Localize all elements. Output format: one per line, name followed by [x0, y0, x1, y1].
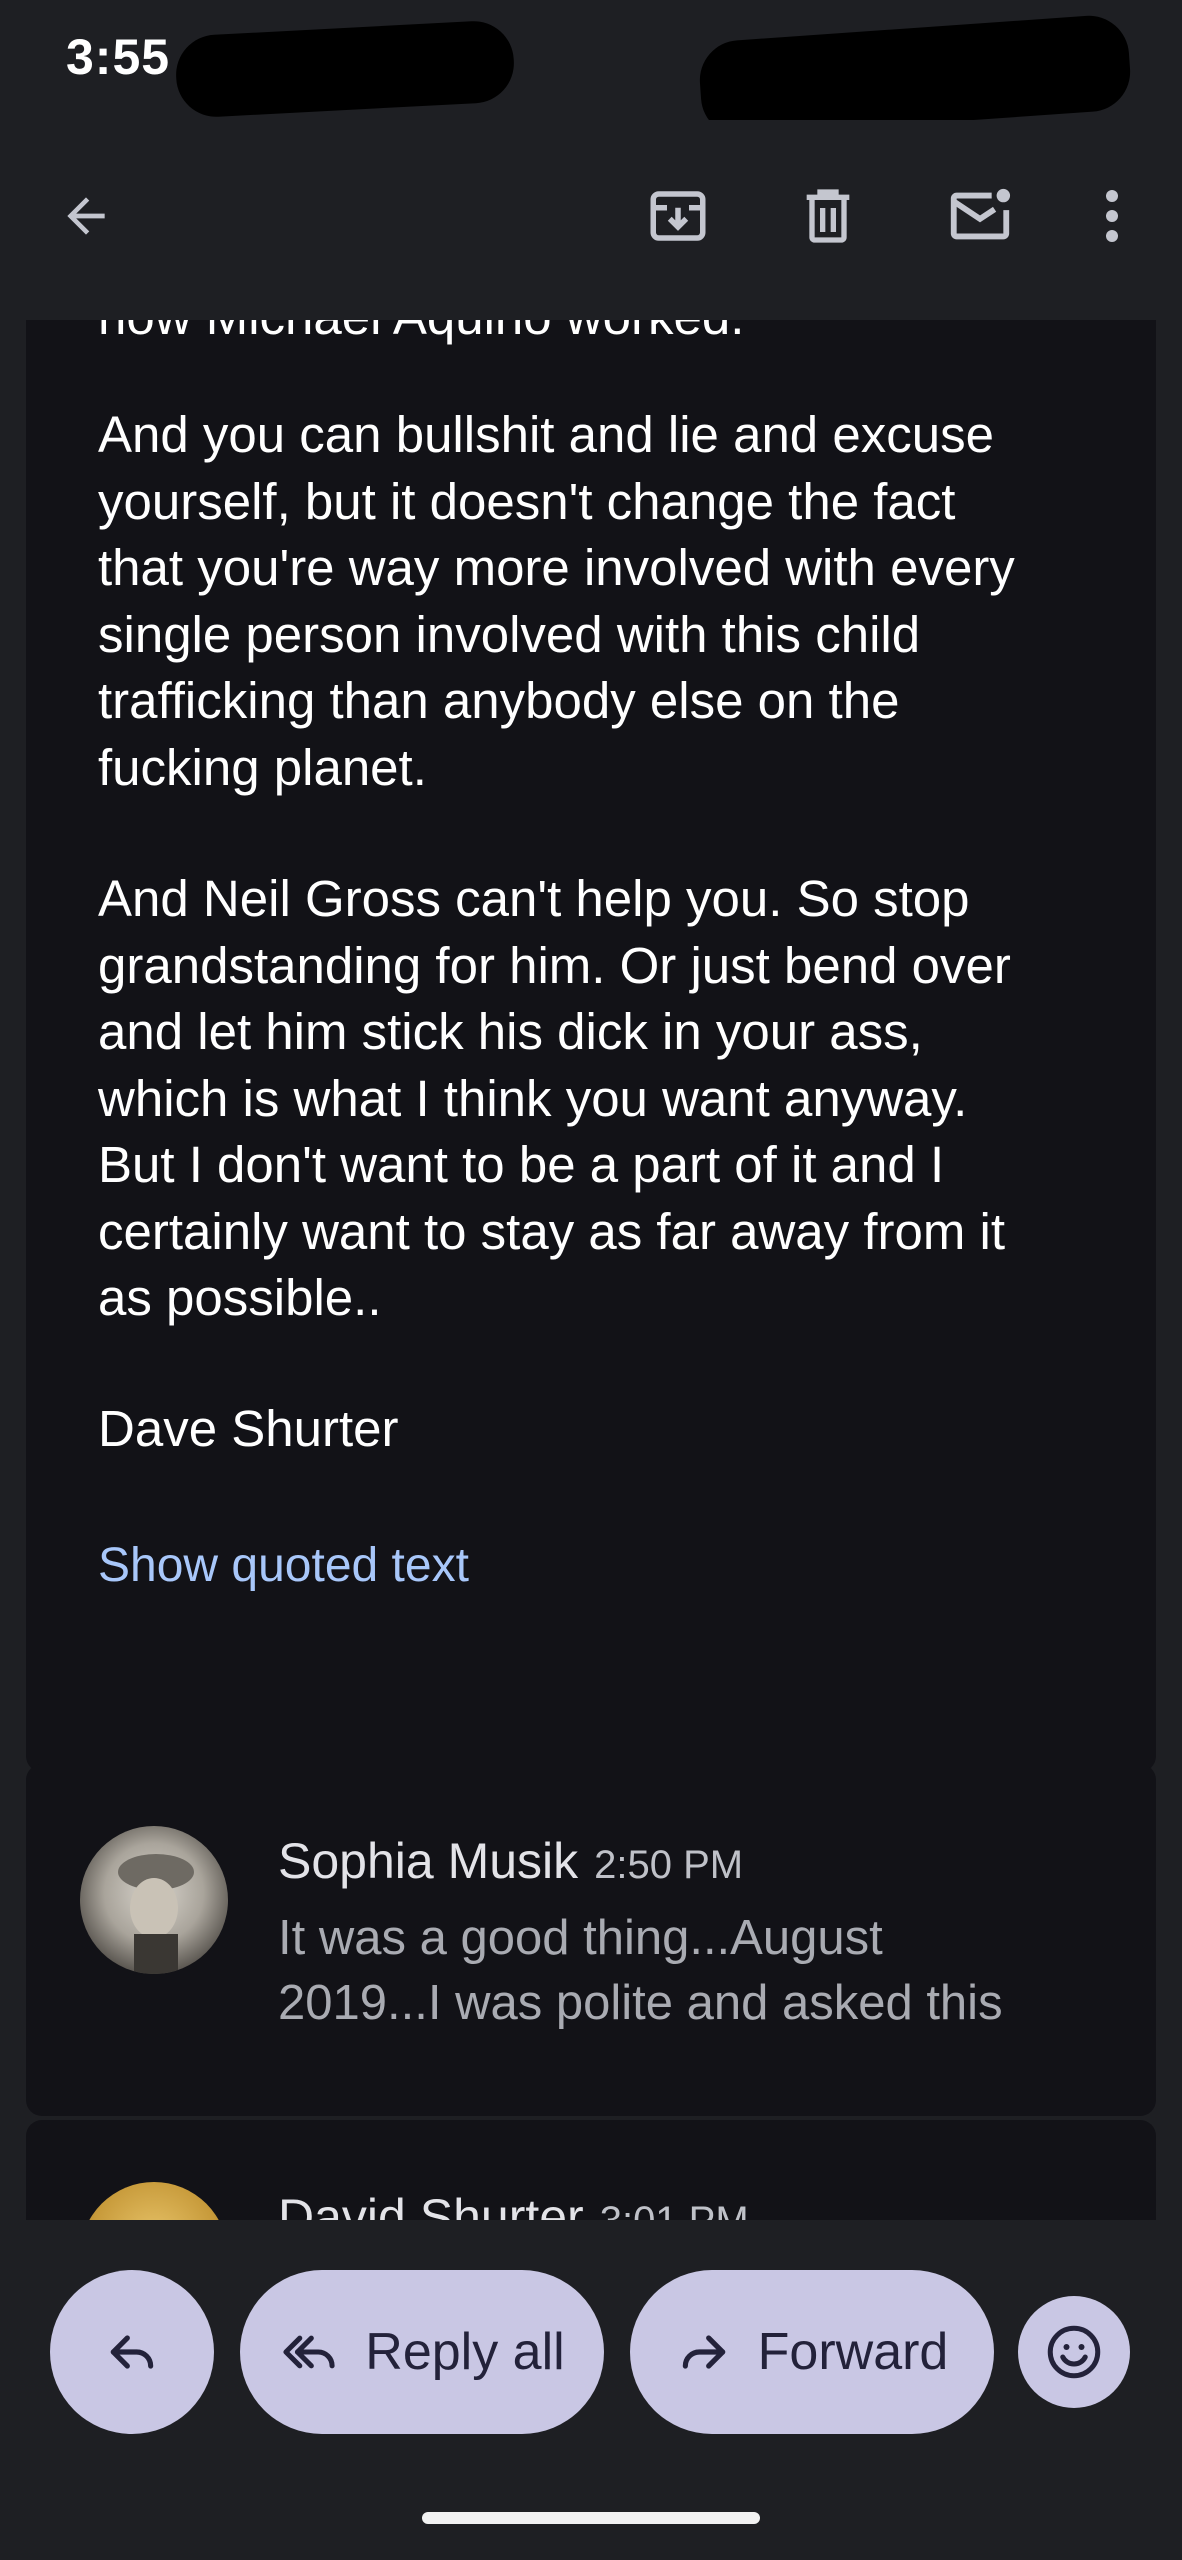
- message-signature: Dave Shurter: [98, 1400, 399, 1457]
- message-body-cut-line: how Michael Aquino worked.: [98, 320, 744, 351]
- message-thread[interactable]: how Michael Aquino worked. And you can b…: [0, 320, 1182, 2220]
- collapsed-message-card[interactable]: Sophia Musik 2:50 PM It was a good thing.…: [26, 1764, 1156, 2116]
- forward-button[interactable]: Forward: [630, 2270, 994, 2434]
- back-arrow-icon: [67, 197, 105, 235]
- avatar: [80, 1826, 228, 1974]
- emoji-icon: [1047, 2325, 1101, 2379]
- archive-icon: [650, 191, 706, 241]
- message-sender-row: Sophia Musik 2:50 PM: [278, 1832, 743, 1890]
- app-bar: [0, 120, 1182, 320]
- reply-all-label: Reply all: [365, 2323, 565, 2381]
- sender-name: Sophia Musik: [278, 1833, 579, 1889]
- message-body-paragraph-1: And you can bullshit and lie and excuse …: [98, 406, 1015, 796]
- mark-unread-icon: [950, 188, 1011, 240]
- sender-name: David Shurter: [278, 2189, 584, 2220]
- message-snippet: It was a good thing...August 2019...I wa…: [278, 1911, 1003, 2030]
- forward-icon: [682, 2335, 725, 2369]
- delete-button[interactable]: [778, 166, 878, 266]
- reply-all-icon: [283, 2335, 335, 2369]
- emoji-reaction-button[interactable]: [1018, 2296, 1130, 2408]
- message-sender-row: David Shurter 3:01 PM: [278, 2188, 749, 2220]
- archive-button[interactable]: [628, 166, 728, 266]
- show-quoted-text-link[interactable]: Show quoted text: [98, 1538, 469, 1593]
- mark-unread-button[interactable]: [930, 166, 1030, 266]
- status-time: 3:55: [66, 29, 171, 85]
- more-options-button[interactable]: [1062, 166, 1162, 266]
- collapsed-message-card[interactable]: David Shurter 3:01 PM: [26, 2120, 1156, 2220]
- reply-icon: [110, 2335, 154, 2369]
- redaction-left: [174, 19, 516, 119]
- message-time: 3:01 PM: [600, 2199, 749, 2220]
- forward-label: Forward: [757, 2323, 949, 2381]
- expanded-message-card: how Michael Aquino worked. And you can b…: [26, 320, 1156, 1772]
- message-body-paragraph-2: And Neil Gross can't help you. So stop g…: [98, 870, 1011, 1326]
- avatar: [80, 2182, 228, 2220]
- reply-all-button[interactable]: Reply all: [240, 2270, 604, 2434]
- status-bar: 3:55: [0, 0, 1182, 139]
- more-vert-icon: [1106, 190, 1118, 242]
- message-time: 2:50 PM: [594, 1843, 744, 1887]
- home-indicator[interactable]: [422, 2512, 760, 2524]
- trash-icon: [806, 189, 850, 243]
- reply-button[interactable]: [50, 2270, 214, 2434]
- back-button[interactable]: [36, 166, 136, 266]
